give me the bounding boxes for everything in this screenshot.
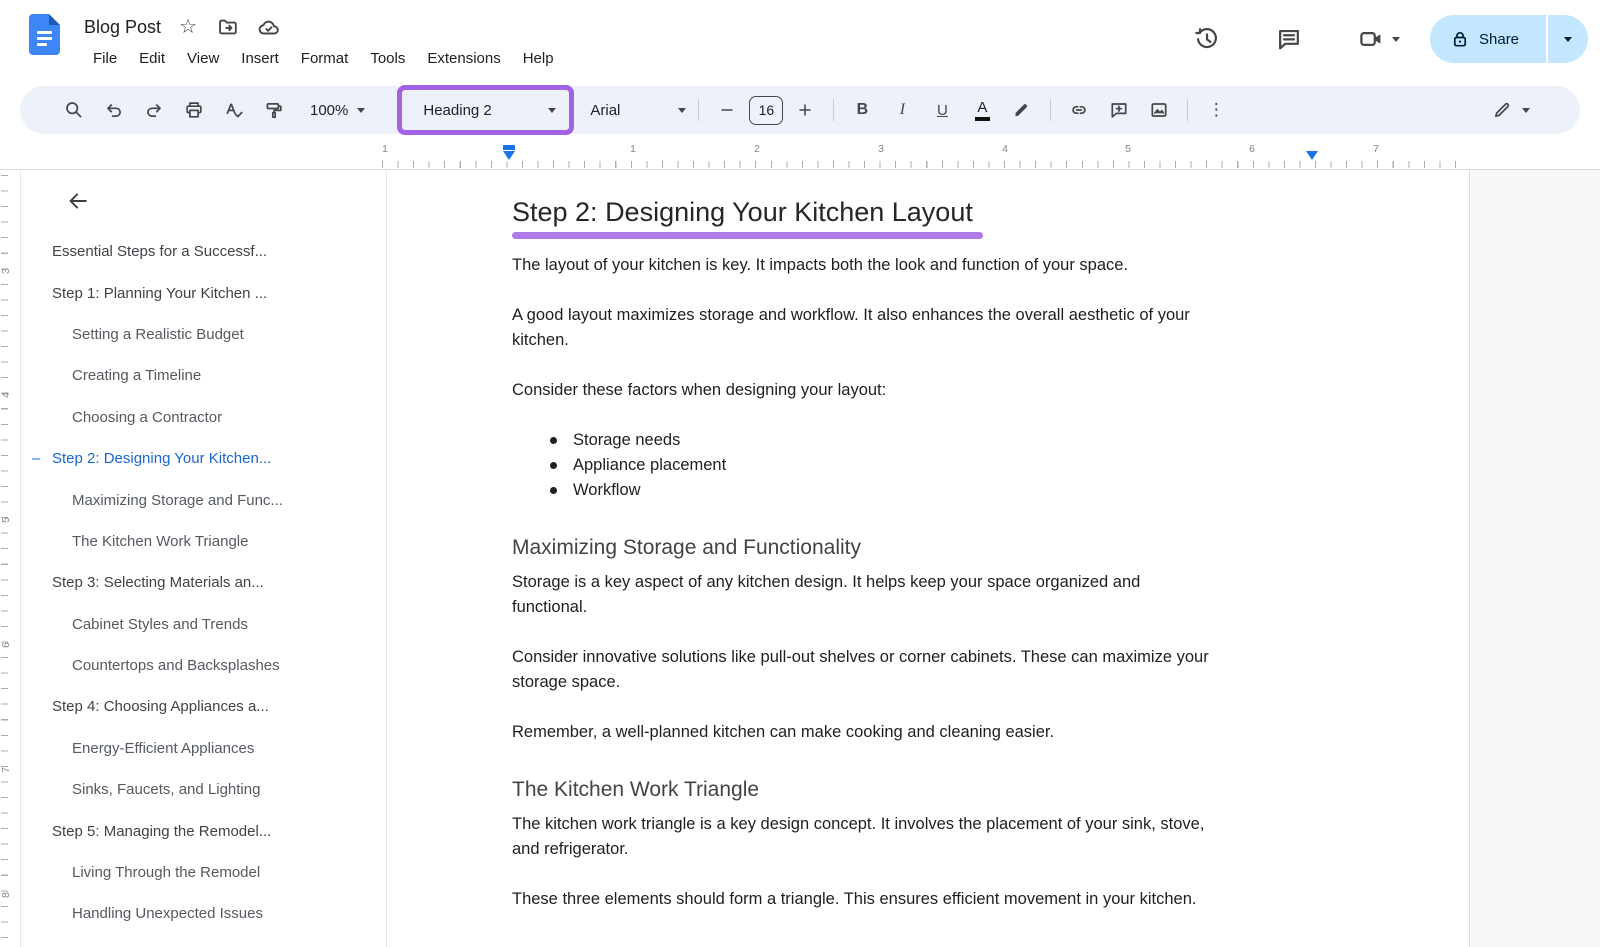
outline-item[interactable]: Maximizing Storage and Func... [21,479,386,520]
highlight-color-button[interactable] [1002,92,1042,128]
menu-edit[interactable]: Edit [128,46,176,71]
italic-button[interactable]: I [882,92,922,128]
outline-item[interactable]: Essential Steps for a Successf... [21,231,386,272]
doc-paragraph[interactable]: Remember, a well-planned kitchen can mak… [512,720,1324,745]
editing-mode-dropdown[interactable] [1492,100,1530,120]
bullet-list[interactable]: Storage needsAppliance placementWorkflow [512,428,1324,503]
top-bar: Blog Post ☆ FileEditViewInsertFormatTool… [0,0,1600,86]
toolbar: 100% Heading 2 Arial 16 B I U A ⋮ [20,86,1580,134]
doc-paragraph[interactable]: These three elements should form a trian… [512,887,1324,912]
left-indent-marker[interactable] [503,151,515,160]
font-dropdown[interactable]: Arial [586,92,690,128]
paragraph-style-dropdown[interactable]: Heading 2 [397,85,574,135]
outline-item[interactable]: Step 3: Selecting Materials an... [21,562,386,603]
ruler-ticks [382,161,1470,168]
menu-tools[interactable]: Tools [359,46,416,71]
meet-dropdown-caret[interactable] [1392,37,1400,42]
doc-paragraph[interactable]: The kitchen work triangle is a key desig… [512,812,1324,862]
share-button-label: Share [1479,31,1519,48]
bullet-item[interactable]: Storage needs [573,428,1324,453]
redo-button[interactable] [134,92,174,128]
doc-heading-3[interactable]: The Kitchen Work Triangle [512,776,1324,803]
first-line-indent-marker[interactable] [503,145,515,150]
search-menus-button[interactable] [54,92,94,128]
underline-button[interactable]: U [922,92,962,128]
lock-icon [1450,29,1470,49]
comments-icon[interactable] [1276,26,1302,52]
doc-paragraph[interactable]: Consider these factors when designing yo… [512,378,1324,403]
meet-video-icon[interactable] [1358,26,1384,52]
outline-item[interactable]: The Kitchen Work Triangle [21,521,386,562]
doc-paragraph[interactable]: Consider innovative solutions like pull-… [512,645,1324,695]
ruler-ticks [1,175,8,947]
outline-item[interactable]: Setting a Realistic Budget [21,314,386,355]
document-text[interactable]: Step 2: Designing Your Kitchen Layout Th… [512,170,1324,912]
outline-item[interactable]: Step 4: Choosing Appliances a... [21,686,386,727]
outline-item[interactable]: Handling Unexpected Issues [21,893,386,934]
page-gutter [1469,170,1600,947]
doc-heading-3[interactable]: Maximizing Storage and Functionality [512,534,1324,561]
doc-paragraph[interactable]: A good layout maximizes storage and work… [512,303,1324,353]
star-icon[interactable]: ☆ [175,14,201,40]
menu-bar: FileEditViewInsertFormatToolsExtensionsH… [82,46,565,71]
outline-item[interactable]: Energy-Efficient Appliances [21,728,386,769]
menu-file[interactable]: File [82,46,128,71]
outline-item[interactable]: Sinks, Faucets, and Lighting [21,769,386,810]
more-toolbar-options-button[interactable]: ⋮ [1196,92,1236,128]
outline-list: Essential Steps for a Successf...Step 1:… [21,231,386,935]
version-history-icon[interactable] [1194,26,1220,52]
outline-item[interactable]: Creating a Timeline [21,355,386,396]
bullet-item[interactable]: Workflow [573,478,1324,503]
outline-item[interactable]: Step 1: Planning Your Kitchen ... [21,272,386,313]
bold-button[interactable]: B [842,92,882,128]
font-size-input[interactable]: 16 [749,96,783,125]
paragraph-style-value: Heading 2 [423,102,491,119]
insert-image-button[interactable] [1139,92,1179,128]
document-page[interactable]: Step 2: Designing Your Kitchen Layout Th… [388,170,1469,947]
right-indent-marker[interactable] [1306,151,1318,160]
zoom-value: 100% [310,102,348,119]
close-outline-button[interactable] [61,184,95,218]
horizontal-ruler[interactable]: 11234567 [0,140,1600,170]
undo-button[interactable] [94,92,134,128]
share-button[interactable]: Share [1430,15,1546,63]
outline-item[interactable]: Choosing a Contractor [21,397,386,438]
doc-paragraph[interactable]: Storage is a key aspect of any kitchen d… [512,570,1324,620]
menu-view[interactable]: View [176,46,230,71]
insert-link-button[interactable] [1059,92,1099,128]
purple-underline-annotation [512,232,983,239]
outline-item-active[interactable]: Step 2: Designing Your Kitchen... [21,438,386,479]
menu-insert[interactable]: Insert [230,46,290,71]
menu-format[interactable]: Format [290,46,360,71]
doc-paragraph[interactable]: The layout of your kitchen is key. It im… [512,253,1324,278]
spelling-grammar-check-button[interactable] [214,92,254,128]
vertical-ruler[interactable]: 345678 [0,170,20,947]
cloud-saved-icon[interactable] [255,14,281,40]
bullet-item[interactable]: Appliance placement [573,453,1324,478]
zoom-dropdown[interactable]: 100% [302,92,373,128]
add-comment-button[interactable] [1099,92,1139,128]
outline-item[interactable]: Countertops and Backsplashes [21,645,386,686]
outline-item[interactable]: Cabinet Styles and Trends [21,604,386,645]
doc-heading-2[interactable]: Step 2: Designing Your Kitchen Layout [512,196,1324,229]
document-outline-panel: Essential Steps for a Successf...Step 1:… [20,170,387,947]
document-title[interactable]: Blog Post [84,17,161,38]
share-dropdown-button[interactable] [1548,15,1588,63]
font-value: Arial [590,102,620,119]
text-color-button[interactable]: A [962,92,1002,128]
move-folder-icon[interactable] [215,14,241,40]
menu-help[interactable]: Help [512,46,565,71]
docs-logo-icon[interactable] [29,14,60,55]
menu-extensions[interactable]: Extensions [416,46,511,71]
print-button[interactable] [174,92,214,128]
share-button-group: Share [1430,15,1588,63]
outline-item[interactable]: Living Through the Remodel [21,852,386,893]
paint-format-button[interactable] [254,92,294,128]
pencil-edit-icon [1492,100,1512,120]
decrease-font-size-button[interactable] [707,92,747,128]
increase-font-size-button[interactable] [785,92,825,128]
outline-item[interactable]: Step 5: Managing the Remodel... [21,810,386,851]
